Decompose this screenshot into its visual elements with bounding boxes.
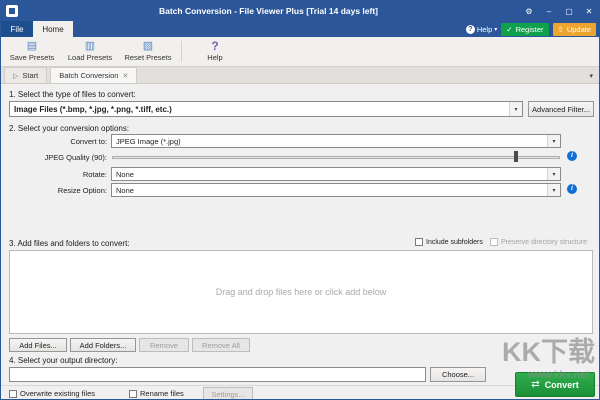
preserve-structure-label: Preserve directory structure (501, 239, 587, 246)
tabstrip: ▷ Start Batch Conversion ✕ ▾ (1, 67, 599, 84)
include-subfolders-checkbox[interactable]: Include subfolders (415, 238, 483, 246)
tab-start[interactable]: ▷ Start (4, 67, 47, 83)
choose-button[interactable]: Choose... (430, 367, 486, 382)
load-presets-icon: ▥ (85, 41, 95, 52)
update-button[interactable]: ⇧ Update (553, 23, 596, 36)
chevron-down-icon: ▾ (509, 102, 522, 116)
drop-zone-hint: Drag and drop files here or click add be… (216, 287, 387, 297)
overwrite-checkbox[interactable]: Overwrite existing files (9, 389, 95, 398)
convert-to-combo[interactable]: JPEG Image (*.jpg) ▾ (111, 134, 561, 148)
minimize-button[interactable]: – (539, 1, 559, 21)
quality-label: JPEG Quality (90): (1, 153, 107, 162)
tab-batch-label: Batch Conversion (59, 71, 118, 80)
help-menu-label: Help (477, 25, 492, 34)
load-presets-label: Load Presets (68, 53, 112, 62)
reset-presets-label: Reset Presets (124, 53, 171, 62)
checkbox-icon (490, 238, 498, 246)
chevron-down-icon: ▾ (547, 135, 560, 147)
app-window: Batch Conversion - File Viewer Plus [Tri… (0, 0, 600, 400)
include-subfolders-label: Include subfolders (426, 239, 483, 246)
footer-divider (1, 385, 599, 386)
update-label: Update (567, 25, 591, 34)
tab-home[interactable]: Home (33, 21, 73, 37)
section4-heading: 4. Select your output directory: (9, 356, 118, 365)
save-presets-button[interactable]: ▤ Save Presets (3, 38, 61, 65)
rotate-label: Rotate: (1, 170, 107, 179)
overwrite-label: Overwrite existing files (20, 389, 95, 398)
register-label: Register (516, 25, 544, 34)
advanced-filter-button[interactable]: Advanced Filter... (528, 101, 594, 117)
check-icon: ✓ (506, 25, 512, 34)
remove-all-button[interactable]: Remove All (192, 338, 250, 352)
tab-start-label: Start (22, 71, 38, 80)
save-presets-icon: ▤ (27, 41, 37, 52)
rename-files-checkbox[interactable]: Rename files (129, 389, 184, 398)
tabstrip-dropdown-icon[interactable]: ▾ (589, 72, 599, 83)
add-folders-button[interactable]: Add Folders... (70, 338, 136, 352)
play-icon: ▷ (13, 72, 18, 80)
tab-batch-conversion[interactable]: Batch Conversion ✕ (50, 67, 137, 83)
maximize-button[interactable]: ▢ (559, 1, 579, 21)
convert-to-label: Convert to: (1, 137, 107, 146)
resize-combo[interactable]: None ▾ (111, 183, 561, 197)
output-directory-input[interactable] (9, 367, 426, 382)
drop-zone[interactable]: Drag and drop files here or click add be… (9, 250, 593, 334)
help-icon: ? (466, 25, 475, 34)
remove-button[interactable]: Remove (139, 338, 189, 352)
info-icon[interactable]: i (567, 151, 577, 161)
menubar: File Home ? Help ▾ ✓ Register ⇧ Update (1, 21, 599, 37)
reset-presets-icon: ▧ (143, 41, 153, 52)
convert-label: Convert (545, 380, 579, 390)
section2-heading: 2. Select your conversion options: (9, 124, 129, 133)
up-arrow-icon: ⇧ (558, 25, 564, 34)
ribbon-help-button[interactable]: ? Help (186, 38, 244, 65)
ribbon-help-label: Help (207, 53, 222, 62)
ribbon-separator (181, 41, 182, 62)
preserve-structure-checkbox[interactable]: Preserve directory structure (490, 238, 587, 246)
tab-file[interactable]: File (1, 21, 33, 37)
convert-icon: ⇄ (531, 379, 539, 390)
window-title: Batch Conversion - File Viewer Plus [Tri… (18, 6, 519, 16)
register-button[interactable]: ✓ Register (501, 23, 548, 36)
ribbon: ▤ Save Presets ▥ Load Presets ▧ Reset Pr… (1, 37, 599, 67)
checkbox-icon (9, 390, 17, 398)
close-button[interactable]: ✕ (579, 1, 599, 21)
rotate-combo[interactable]: None ▾ (111, 167, 561, 181)
file-type-combo[interactable]: Image Files (*.bmp, *.jpg, *.png, *.tiff… (9, 101, 523, 117)
help-menu[interactable]: ? Help ▾ (466, 25, 497, 34)
app-icon (6, 5, 18, 17)
watermark-text: KK下载 (502, 339, 595, 366)
resize-value: None (112, 186, 547, 195)
convert-button[interactable]: ⇄ Convert (515, 372, 595, 397)
help-doc-icon: ? (211, 41, 218, 52)
chevron-down-icon: ▾ (547, 168, 560, 180)
section3-heading: 3. Add files and folders to convert: (9, 239, 130, 248)
rotate-value: None (112, 170, 547, 179)
file-type-value: Image Files (*.bmp, *.jpg, *.png, *.tiff… (10, 105, 509, 114)
convert-to-value: JPEG Image (*.jpg) (112, 137, 547, 146)
checkbox-icon (129, 390, 137, 398)
reset-presets-button[interactable]: ▧ Reset Presets (119, 38, 177, 65)
info-icon[interactable]: i (567, 184, 577, 194)
settings-button[interactable]: Settings... (203, 387, 253, 400)
quality-slider[interactable] (111, 150, 561, 164)
add-files-button[interactable]: Add Files... (9, 338, 67, 352)
rename-files-label: Rename files (140, 389, 184, 398)
chevron-down-icon: ▾ (494, 26, 497, 33)
save-presets-label: Save Presets (10, 53, 55, 62)
chevron-down-icon: ▾ (547, 184, 560, 196)
load-presets-button[interactable]: ▥ Load Presets (61, 38, 119, 65)
section1-heading: 1. Select the type of files to convert: (9, 90, 136, 99)
titlebar: Batch Conversion - File Viewer Plus [Tri… (1, 1, 599, 21)
quality-slider-handle[interactable] (514, 151, 518, 162)
slider-track (112, 156, 560, 159)
resize-label: Resize Option: (1, 186, 107, 195)
close-tab-icon[interactable]: ✕ (122, 72, 128, 80)
gear-icon[interactable]: ⚙ (519, 1, 539, 21)
checkbox-icon (415, 238, 423, 246)
